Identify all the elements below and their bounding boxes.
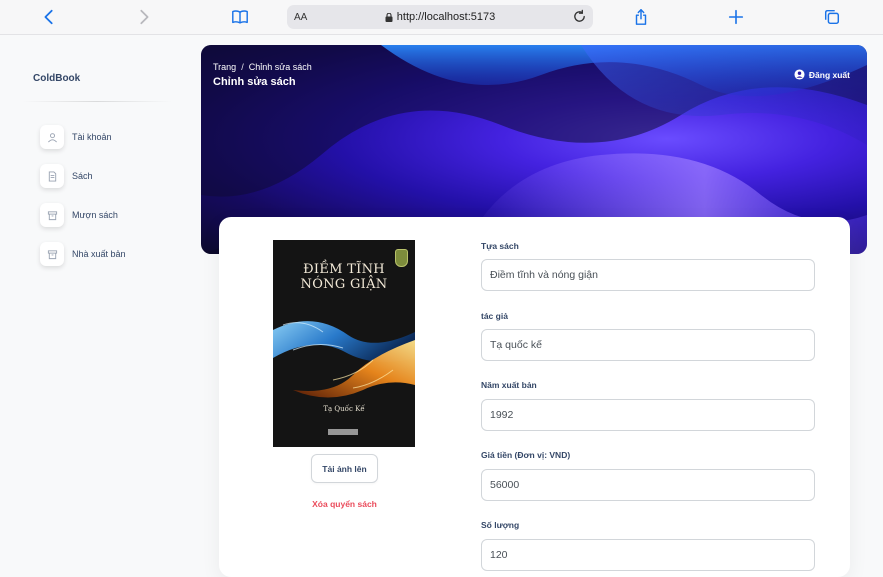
price-label: Giá tiền (Đơn vị: VND) bbox=[481, 450, 571, 460]
edit-book-card: ĐIỀM TĨNH NÓNG GIẬN Tạ Quốc Kế Tải ảnh l… bbox=[219, 217, 850, 577]
user-circle-icon bbox=[794, 69, 805, 80]
breadcrumb: Trang / Chỉnh sửa sách bbox=[213, 62, 312, 72]
plus-icon[interactable] bbox=[724, 6, 748, 28]
author-input[interactable] bbox=[481, 329, 815, 361]
chevron-left-icon[interactable] bbox=[37, 6, 61, 28]
user-icon bbox=[40, 125, 64, 149]
sidebar-item-borrow[interactable]: Mượn sách bbox=[40, 202, 170, 228]
upload-image-button[interactable]: Tải ảnh lên bbox=[311, 454, 378, 483]
title-input[interactable] bbox=[481, 259, 815, 291]
brand-logo[interactable]: ColdBook bbox=[33, 73, 80, 84]
address-bar[interactable]: AA http://localhost:5173 bbox=[287, 5, 593, 29]
cover-title: ĐIỀM TĨNH NÓNG GIẬN bbox=[300, 262, 388, 292]
sidebar: ColdBook Tài khoản Sách Mượn sách Nhà xu… bbox=[22, 55, 172, 355]
year-label: Năm xuất bản bbox=[481, 380, 537, 390]
logout-label: Đăng xuất bbox=[808, 69, 850, 80]
delete-book-button[interactable]: Xóa quyển sách bbox=[279, 499, 410, 509]
quantity-label: Số lượng bbox=[481, 520, 520, 530]
cover-publisher-logo bbox=[328, 429, 358, 435]
sidebar-item-label: Tài khoản bbox=[72, 132, 112, 142]
book-cover-image: ĐIỀM TĨNH NÓNG GIẬN Tạ Quốc Kế bbox=[273, 240, 415, 447]
logout-button[interactable]: Đăng xuất bbox=[794, 69, 850, 80]
sidebar-item-label: Mượn sách bbox=[72, 210, 118, 220]
sidebar-item-label: Nhà xuất bản bbox=[72, 249, 126, 259]
price-input[interactable] bbox=[481, 469, 815, 501]
author-label: tác giả bbox=[481, 311, 508, 321]
sidebar-divider bbox=[22, 101, 172, 102]
share-icon[interactable] bbox=[629, 6, 653, 28]
book-icon[interactable] bbox=[228, 6, 252, 28]
year-input[interactable] bbox=[481, 399, 815, 431]
sidebar-item-label: Sách bbox=[72, 171, 93, 181]
page-title: Chỉnh sửa sách bbox=[213, 76, 296, 88]
reload-icon[interactable] bbox=[572, 9, 587, 24]
browser-toolbar: AA http://localhost:5173 bbox=[0, 0, 883, 35]
cover-award-seal bbox=[395, 249, 408, 267]
document-icon bbox=[40, 164, 64, 188]
title-label: Tựa sách bbox=[481, 241, 519, 251]
sidebar-item-books[interactable]: Sách bbox=[40, 163, 170, 189]
url-text: http://localhost:5173 bbox=[396, 11, 496, 23]
breadcrumb-root[interactable]: Trang bbox=[213, 62, 236, 72]
lock-icon bbox=[385, 12, 393, 22]
chevron-right-icon[interactable] bbox=[132, 6, 156, 28]
archive-icon bbox=[40, 203, 64, 227]
breadcrumb-separator: / bbox=[241, 62, 244, 72]
cover-author: Tạ Quốc Kế bbox=[323, 405, 365, 413]
sidebar-item-account[interactable]: Tài khoản bbox=[40, 124, 170, 150]
quantity-input[interactable] bbox=[481, 539, 815, 571]
breadcrumb-current: Chỉnh sửa sách bbox=[248, 62, 312, 72]
sidebar-item-publishers[interactable]: Nhà xuất bản bbox=[40, 241, 170, 267]
tabs-icon[interactable] bbox=[820, 6, 844, 28]
archive-icon bbox=[40, 242, 64, 266]
